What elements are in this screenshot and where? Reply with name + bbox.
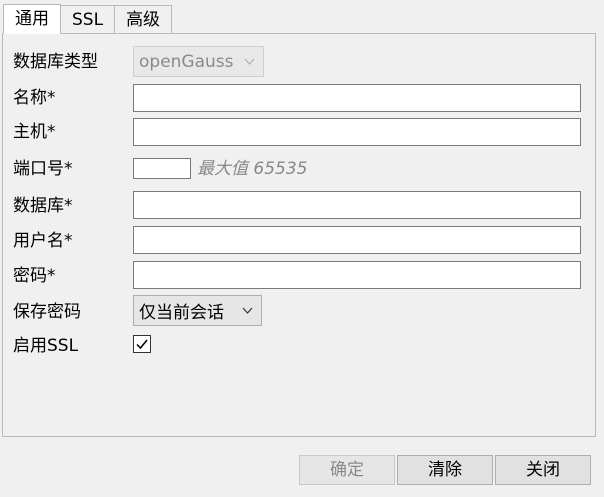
clear-button[interactable]: 清除	[397, 455, 493, 485]
save-password-value: 仅当前会话	[139, 303, 224, 323]
name-label: 名称*	[13, 88, 56, 108]
database-input[interactable]	[133, 191, 581, 219]
port-hint: 最大值 65535	[197, 159, 308, 179]
close-button[interactable]: 关闭	[495, 455, 591, 485]
ssl-label: 启用SSL	[13, 336, 79, 356]
tab-ssl[interactable]: SSL	[60, 5, 116, 33]
username-label: 用户名*	[13, 231, 73, 251]
db-type-select: openGauss	[133, 46, 264, 77]
db-type-value: openGauss	[139, 51, 234, 72]
name-input[interactable]	[133, 84, 581, 112]
db-type-label: 数据库类型	[13, 52, 98, 72]
chevron-down-icon	[242, 307, 253, 314]
database-label: 数据库*	[13, 196, 73, 216]
confirm-button[interactable]: 确定	[299, 455, 395, 485]
password-input[interactable]	[133, 261, 581, 289]
host-label: 主机*	[13, 122, 56, 142]
tab-general[interactable]: 通用	[3, 4, 61, 34]
username-input[interactable]	[133, 226, 581, 254]
port-input[interactable]	[133, 158, 191, 179]
chevron-down-icon	[244, 58, 255, 65]
tab-bar: 通用 SSL 高级	[3, 4, 173, 34]
save-password-select[interactable]: 仅当前会话	[133, 295, 262, 326]
tab-advanced[interactable]: 高级	[114, 5, 173, 33]
port-label: 端口号*	[13, 159, 73, 179]
save-password-label: 保存密码	[13, 302, 81, 322]
password-label: 密码*	[13, 266, 56, 286]
host-input[interactable]	[133, 118, 581, 146]
checkmark-icon	[136, 339, 148, 350]
ssl-checkbox[interactable]	[133, 335, 151, 353]
